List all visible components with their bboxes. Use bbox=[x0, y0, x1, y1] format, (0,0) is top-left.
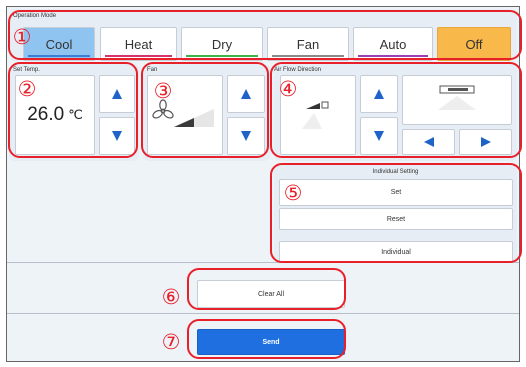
callout-number-2: ② bbox=[17, 77, 37, 101]
callout-number-1: ① bbox=[12, 25, 32, 49]
callout-number-5: ⑤ bbox=[283, 181, 303, 205]
divider bbox=[7, 313, 519, 314]
callout-outline-6 bbox=[187, 268, 346, 310]
callout-outline-5 bbox=[270, 163, 522, 263]
callout-outline-4 bbox=[270, 62, 522, 158]
callout-number-4: ④ bbox=[278, 77, 298, 101]
callout-number-3: ③ bbox=[153, 79, 173, 103]
callout-number-7: ⑦ bbox=[161, 330, 181, 354]
callout-number-6: ⑥ bbox=[161, 285, 181, 309]
callout-outline-7 bbox=[187, 319, 346, 359]
callout-outline-1 bbox=[8, 10, 522, 60]
callout-outline-3 bbox=[141, 62, 269, 158]
